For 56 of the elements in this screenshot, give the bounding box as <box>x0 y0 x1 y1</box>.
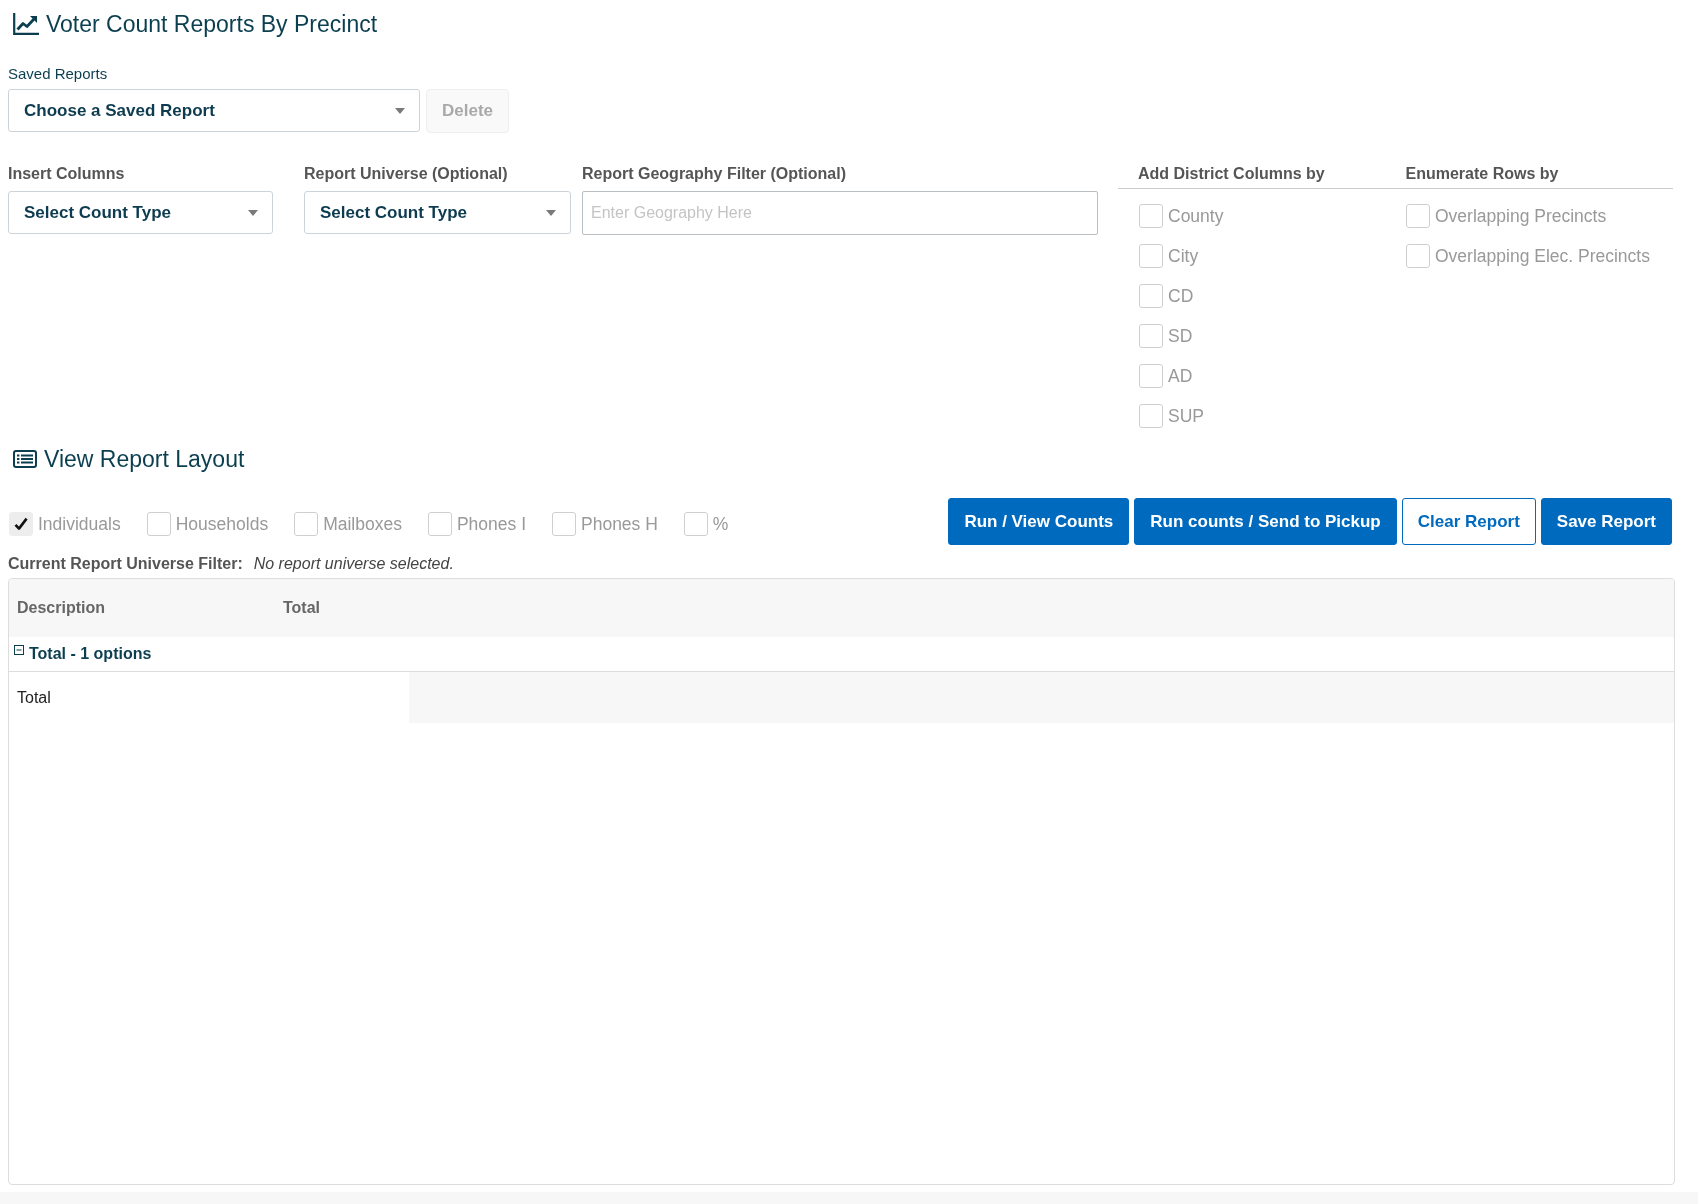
page-title: Voter Count Reports By Precinct <box>46 10 378 38</box>
table-cell-text: Total <box>16 687 52 708</box>
checkbox[interactable] <box>427 512 452 536</box>
checkbox[interactable] <box>146 512 171 536</box>
checkbox[interactable] <box>1139 364 1163 388</box>
checkbox-label: SD <box>1168 326 1193 346</box>
field-label: Report Universe (Optional) <box>304 165 508 183</box>
checkbox[interactable] <box>1406 244 1430 268</box>
column-header: Description <box>16 598 106 618</box>
caret-icon <box>248 209 258 216</box>
run-counts-send-to-pickup-button[interactable]: Run counts / Send to Pickup <box>1134 498 1397 545</box>
save-report-button[interactable]: Save Report <box>1540 498 1672 545</box>
caret-icon <box>546 209 556 216</box>
checkbox-label: Households <box>175 514 269 534</box>
group-heading: Enumerate Rows by <box>1405 165 1559 182</box>
column-header: Total <box>282 598 322 618</box>
field-label: Insert Columns <box>8 165 125 183</box>
checkbox-label: City <box>1168 246 1199 266</box>
clear-report-button[interactable]: Clear Report <box>1401 498 1536 545</box>
run-view-counts-button[interactable]: Run / View Counts <box>948 498 1130 545</box>
dropdown[interactable]: Select Count Type <box>304 191 571 234</box>
checkbox-label: Phones I <box>456 514 526 534</box>
group-label: Total - 1 options <box>29 644 152 664</box>
checkbox[interactable] <box>294 512 319 536</box>
geography-field[interactable]: Enter Geography Here <box>582 191 1098 235</box>
collapse-icon[interactable] <box>14 645 24 655</box>
field-label: Report Geography Filter (Optional) <box>582 165 846 183</box>
checkbox[interactable] <box>1139 284 1163 308</box>
caret-icon <box>395 107 405 114</box>
line-chart-icon <box>13 13 39 35</box>
checkbox-label: CD <box>1168 286 1194 306</box>
dropdown[interactable]: Select Count Type <box>8 191 273 234</box>
checkbox-label: AD <box>1168 366 1193 386</box>
check-icon <box>14 517 28 531</box>
list-icon <box>13 450 37 468</box>
checkbox-label: Overlapping Elec. Precincts <box>1435 246 1650 266</box>
checkbox[interactable] <box>552 512 576 536</box>
filter-value: No report universe selected. <box>253 555 454 573</box>
checkbox-label: SUP <box>1168 406 1204 426</box>
checkbox[interactable] <box>1406 204 1430 228</box>
checkbox[interactable] <box>683 512 708 536</box>
group-heading: Add District Columns by <box>1138 165 1325 182</box>
checkbox-label: Individuals <box>38 514 121 534</box>
filter-label: Current Report Universe Filter: <box>8 555 243 573</box>
checkbox-label: Mailboxes <box>323 514 402 534</box>
checkbox[interactable] <box>1139 324 1163 348</box>
field-label: Saved Reports <box>8 65 108 83</box>
section-title: View Report Layout <box>44 445 245 473</box>
checkbox-label: Overlapping Precincts <box>1435 206 1607 226</box>
checkbox-label: Phones H <box>581 514 658 534</box>
dropdown[interactable]: Choose a Saved Report <box>8 89 420 132</box>
checkbox[interactable] <box>1139 204 1163 228</box>
checkbox-label: % <box>712 514 729 534</box>
checkbox[interactable] <box>1139 244 1163 268</box>
checkbox-label: County <box>1168 206 1224 226</box>
checkbox[interactable] <box>1139 404 1163 428</box>
